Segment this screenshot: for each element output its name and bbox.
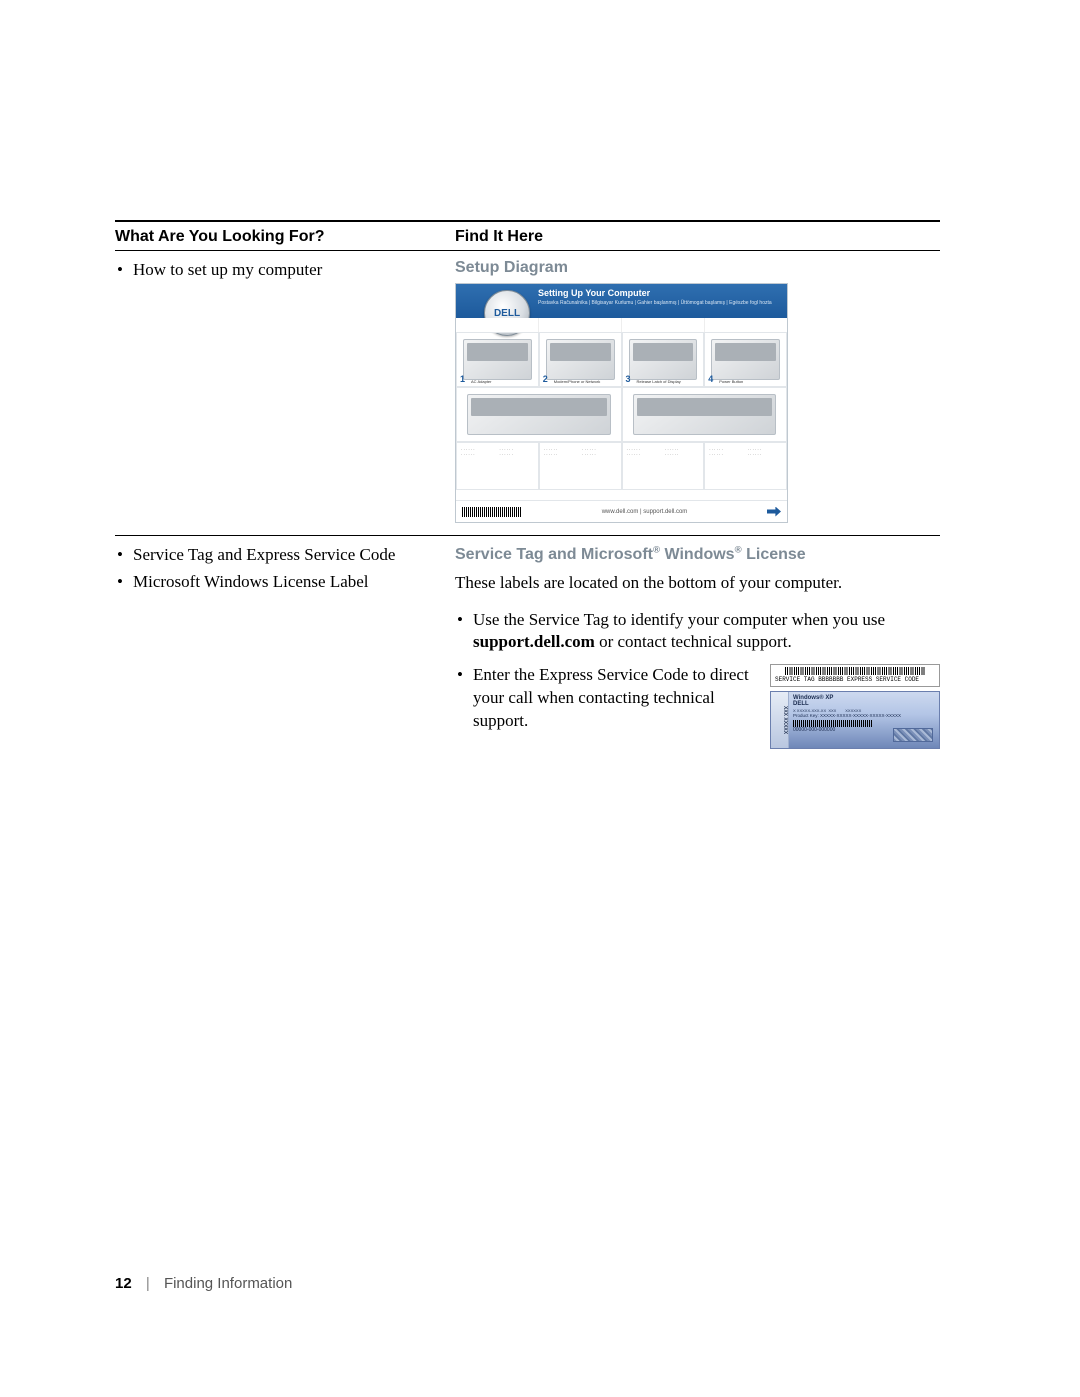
- rule-thin: [115, 250, 940, 251]
- figure-banner-subtitle: Postavka Računalnika | Bilgisayar Kurlum…: [538, 300, 772, 306]
- separator-icon: |: [146, 1275, 150, 1292]
- rule-thin: [115, 535, 940, 536]
- bullet-list: How to set up my computer: [115, 259, 455, 282]
- text: Use the Service Tag to identify your com…: [473, 610, 885, 629]
- cell-right: Service Tag and Microsoft® Windows® Lice…: [455, 544, 940, 749]
- step-number: 2: [543, 374, 548, 384]
- figure-grid: 1AC Adapter 2Modem/Phone or Network 3Rel…: [456, 332, 787, 500]
- text: or contact technical support.: [595, 632, 792, 651]
- page-footer: 12 | Finding Information: [115, 1275, 292, 1292]
- barcode-icon: [462, 507, 522, 517]
- registered-icon: ®: [653, 545, 660, 556]
- figure-footer: www.dell.com | support.dell.com: [456, 500, 787, 522]
- arrow-right-icon: [767, 507, 781, 517]
- setup-diagram-figure: DELL Setting Up Your Computer Postavka R…: [455, 283, 788, 523]
- table-header-row: What Are You Looking For? Find It Here: [115, 228, 940, 250]
- coa-brand: DELL: [793, 701, 809, 707]
- barcode-icon: [785, 667, 925, 675]
- rule-thick: [115, 220, 940, 222]
- hologram-icon: [893, 728, 933, 742]
- title-text: License: [742, 546, 806, 563]
- cell-left: Service Tag and Express Service Code Mic…: [115, 544, 455, 598]
- table-row: How to set up my computer Setup Diagram …: [115, 259, 940, 523]
- registered-icon: ®: [735, 545, 742, 556]
- cell-left: How to set up my computer: [115, 259, 455, 286]
- step-number: 3: [626, 374, 631, 384]
- list-item: Microsoft Windows License Label: [115, 571, 455, 594]
- service-tag-title: Service Tag and Microsoft® Windows® Lice…: [455, 544, 940, 566]
- coa-side: XXX XXXXX: [771, 692, 789, 748]
- list-item: How to set up my computer: [115, 259, 455, 282]
- list-item: Service Tag and Express Service Code: [115, 544, 455, 567]
- bullet-list: Use the Service Tag to identify your com…: [455, 609, 940, 734]
- section-name: Finding Information: [164, 1275, 292, 1292]
- list-item: SERVICE TAG BBBBBBB EXPRESS SERVICE CODE…: [455, 664, 940, 733]
- step-number: 1: [460, 374, 465, 384]
- figure-banner: DELL Setting Up Your Computer Postavka R…: [456, 284, 787, 318]
- coa-key: Product Key: XXXXX-XXXXX-XXXXX-XXXXX-XXX…: [793, 713, 935, 718]
- document-page: What Are You Looking For? Find It Here H…: [0, 0, 1080, 1397]
- header-left: What Are You Looking For?: [115, 228, 455, 250]
- list-item: Use the Service Tag to identify your com…: [455, 609, 940, 655]
- cell-right: Setup Diagram DELL Setting Up Your Compu…: [455, 259, 940, 523]
- figure-lang-strip: [456, 318, 787, 332]
- figure-footer-url: www.dell.com | support.dell.com: [602, 509, 688, 515]
- windows-coa-sticker: XXX XXXXX Windows® XP DELL X XXXXX-XXX-X…: [770, 691, 940, 749]
- header-right: Find It Here: [455, 228, 940, 250]
- barcode-icon: [793, 720, 873, 727]
- bullet-list: Service Tag and Express Service Code Mic…: [115, 544, 455, 594]
- text: Enter the Express Service Code to direct…: [473, 665, 749, 730]
- figure-banner-title: Setting Up Your Computer: [538, 288, 650, 298]
- service-tag-sticker: SERVICE TAG BBBBBBB EXPRESS SERVICE CODE: [770, 664, 940, 686]
- text-bold: support.dell.com: [473, 632, 595, 651]
- table-row: Service Tag and Express Service Code Mic…: [115, 544, 940, 749]
- svc-tag-text: SERVICE TAG BBBBBBB EXPRESS SERVICE CODE: [775, 676, 919, 683]
- setup-diagram-title: Setup Diagram: [455, 259, 940, 277]
- license-label-figure: SERVICE TAG BBBBBBB EXPRESS SERVICE CODE…: [770, 664, 940, 748]
- page-number: 12: [115, 1275, 132, 1292]
- title-text: Service Tag and Microsoft: [455, 546, 653, 563]
- step-number: 4: [708, 374, 713, 384]
- title-text: Windows: [660, 546, 735, 563]
- paragraph: These labels are located on the bottom o…: [455, 572, 940, 595]
